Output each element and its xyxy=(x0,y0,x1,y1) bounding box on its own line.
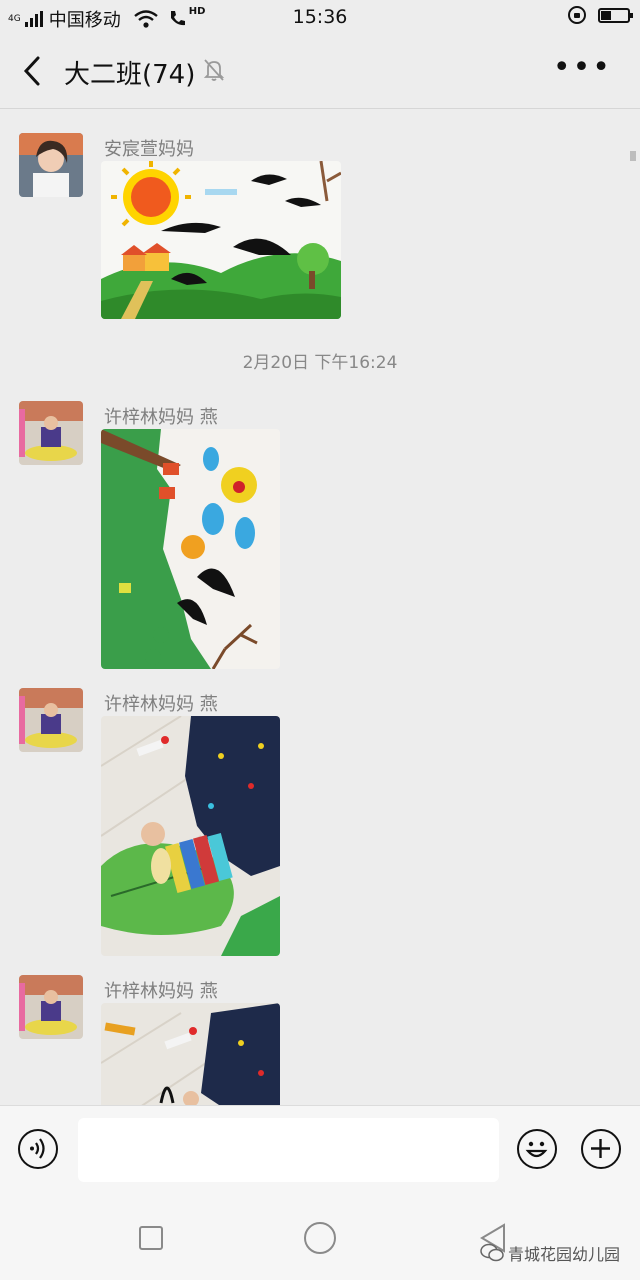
battery-fill xyxy=(601,10,611,20)
scroll-indicator xyxy=(630,151,636,161)
watermark-text: 青城花园幼儿园 xyxy=(508,1245,621,1264)
home-icon[interactable] xyxy=(304,1222,336,1254)
status-right xyxy=(568,6,633,24)
chat-title: 大二班(74) xyxy=(64,60,196,90)
clock: 15:36 xyxy=(292,6,348,28)
status-bar: 4G 中国移动 HD 15:36 xyxy=(0,0,640,34)
watermark: 青城花园幼儿园 xyxy=(480,1241,620,1265)
avatar[interactable] xyxy=(19,401,83,465)
image-message[interactable] xyxy=(101,716,280,956)
wechat-logo-icon xyxy=(480,1243,504,1262)
input-bar xyxy=(0,1105,640,1194)
avatar[interactable] xyxy=(19,975,83,1039)
plus-icon[interactable] xyxy=(581,1129,621,1169)
avatar[interactable] xyxy=(19,133,83,197)
avatar[interactable] xyxy=(19,688,83,752)
battery-icon xyxy=(598,7,633,23)
chat-messages[interactable]: 安宸萱妈妈 2月20日 下午16:24 许梓林妈妈 燕 许梓林妈妈 燕 许梓林妈… xyxy=(0,109,640,1105)
mute-bell-icon xyxy=(203,59,225,81)
message-input[interactable] xyxy=(78,1118,499,1182)
chat-header: 大二班(74) ••• xyxy=(0,34,640,109)
emoji-icon[interactable] xyxy=(517,1129,557,1169)
voice-icon[interactable] xyxy=(18,1129,58,1169)
recent-apps-icon[interactable] xyxy=(139,1226,163,1250)
image-message[interactable] xyxy=(101,1003,280,1105)
image-message[interactable] xyxy=(101,161,341,319)
rotation-lock-icon xyxy=(568,6,586,24)
sender-name: 许梓林妈妈 燕 xyxy=(104,694,218,715)
sender-name: 许梓林妈妈 燕 xyxy=(104,981,218,1002)
system-nav-bar: 青城花园幼儿园 xyxy=(0,1193,640,1280)
sender-name: 安宸萱妈妈 xyxy=(104,139,194,160)
timestamp: 2月20日 下午16:24 xyxy=(242,353,398,373)
sender-name: 许梓林妈妈 燕 xyxy=(104,407,218,428)
back-arrow-icon[interactable] xyxy=(18,54,48,88)
more-dots-icon[interactable]: ••• xyxy=(553,53,612,83)
image-message[interactable] xyxy=(101,429,280,669)
